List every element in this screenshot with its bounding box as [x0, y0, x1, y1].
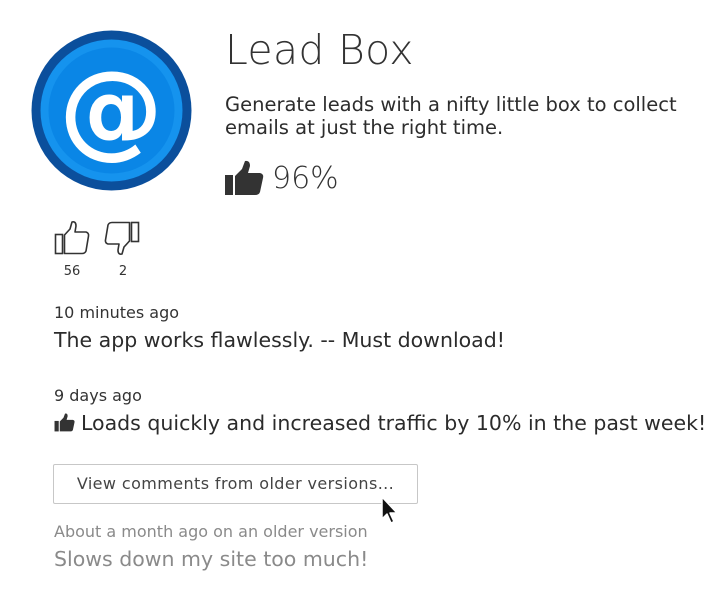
comment-time: 10 minutes ago [54, 303, 180, 322]
comment-text: The app works flawlessly. -- Must downlo… [54, 328, 505, 352]
comment-time: 9 days ago [54, 386, 142, 405]
mouse-cursor-icon [381, 496, 398, 524]
app-title: Lead Box [225, 26, 414, 74]
thumbs-down-outline-icon [104, 221, 140, 255]
thumbs-up-icon [54, 413, 75, 432]
upvote-button[interactable] [54, 220, 92, 256]
svg-text:@: @ [59, 48, 163, 170]
rating-summary: 96% [224, 160, 339, 196]
thumbs-up-icon [225, 160, 264, 195]
older-comment-text: Slows down my site too much! [54, 547, 369, 571]
view-older-comments-button[interactable]: View comments from older versions... [53, 464, 418, 504]
thumbs-up-outline-icon [54, 221, 90, 255]
app-icon: @ [31, 30, 192, 191]
comment-text: Loads quickly and increased traffic by 1… [81, 411, 707, 435]
upvote-count: 56 [63, 264, 81, 279]
rating-value: 96% [272, 160, 339, 196]
app-description: Generate leads with a nifty little box t… [225, 93, 677, 139]
comment-text-with-rating: Loads quickly and increased traffic by 1… [54, 411, 706, 435]
downvote-button[interactable] [104, 220, 142, 256]
older-comment-time: About a month ago on an older version [54, 522, 368, 541]
at-sign-icon: @ [31, 30, 192, 191]
downvote-count: 2 [118, 264, 128, 279]
